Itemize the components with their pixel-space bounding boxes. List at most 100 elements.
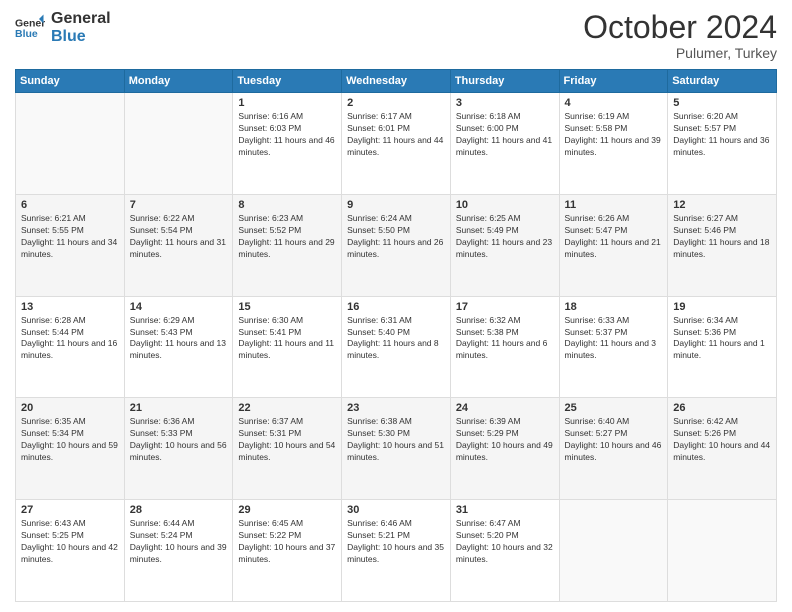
col-header-wednesday: Wednesday bbox=[342, 70, 451, 93]
day-number: 29 bbox=[238, 504, 336, 516]
day-info: Sunrise: 6:34 AMSunset: 5:36 PMDaylight:… bbox=[673, 315, 771, 363]
day-info: Sunrise: 6:21 AMSunset: 5:55 PMDaylight:… bbox=[21, 213, 119, 261]
day-cell: 31 Sunrise: 6:47 AMSunset: 5:20 PMDayligh… bbox=[450, 500, 559, 602]
day-info: Sunrise: 6:32 AMSunset: 5:38 PMDaylight:… bbox=[456, 315, 554, 363]
day-cell: 21 Sunrise: 6:36 AMSunset: 5:33 PMDayligh… bbox=[124, 398, 233, 500]
day-number: 16 bbox=[347, 301, 445, 313]
day-cell: 18Sunrise: 6:33 AMSunset: 5:37 PMDayligh… bbox=[559, 296, 668, 398]
logo-blue: Blue bbox=[51, 28, 111, 46]
day-number: 28 bbox=[130, 504, 228, 516]
day-info: Sunrise: 6:46 AMSunset: 5:21 PMDaylight:… bbox=[347, 518, 445, 566]
day-cell: 28 Sunrise: 6:44 AMSunset: 5:24 PMDayligh… bbox=[124, 500, 233, 602]
logo-icon: General Blue bbox=[15, 13, 45, 43]
day-cell: 5Sunrise: 6:20 AMSunset: 5:57 PMDaylight… bbox=[668, 93, 777, 195]
day-number: 22 bbox=[238, 402, 336, 414]
day-number: 21 bbox=[130, 402, 228, 414]
day-info: Sunrise: 6:43 AMSunset: 5:25 PMDaylight:… bbox=[21, 518, 119, 566]
day-cell: 15 Sunrise: 6:30 AMSunset: 5:41 PMDayligh… bbox=[233, 296, 342, 398]
day-cell: 13 Sunrise: 6:28 AMSunset: 5:44 PMDayligh… bbox=[16, 296, 125, 398]
day-number: 10 bbox=[456, 199, 554, 211]
day-info: Sunrise: 6:33 AMSunset: 5:37 PMDaylight:… bbox=[565, 315, 663, 363]
day-info: Sunrise: 6:37 AMSunset: 5:31 PMDaylight:… bbox=[238, 416, 336, 464]
week-row-3: 13 Sunrise: 6:28 AMSunset: 5:44 PMDayligh… bbox=[16, 296, 777, 398]
day-cell bbox=[124, 93, 233, 195]
day-info: Sunrise: 6:44 AMSunset: 5:24 PMDaylight:… bbox=[130, 518, 228, 566]
day-info: Sunrise: 6:18 AMSunset: 6:00 PMDaylight:… bbox=[456, 111, 554, 159]
day-cell: 4Sunrise: 6:19 AMSunset: 5:58 PMDaylight… bbox=[559, 93, 668, 195]
day-number: 5 bbox=[673, 97, 771, 109]
day-info: Sunrise: 6:45 AMSunset: 5:22 PMDaylight:… bbox=[238, 518, 336, 566]
day-number: 6 bbox=[21, 199, 119, 211]
day-cell: 24 Sunrise: 6:39 AMSunset: 5:29 PMDayligh… bbox=[450, 398, 559, 500]
day-cell: 3 Sunrise: 6:18 AMSunset: 6:00 PMDaylight… bbox=[450, 93, 559, 195]
day-number: 20 bbox=[21, 402, 119, 414]
day-info: Sunrise: 6:24 AMSunset: 5:50 PMDaylight:… bbox=[347, 213, 445, 261]
day-number: 27 bbox=[21, 504, 119, 516]
day-number: 2 bbox=[347, 97, 445, 109]
day-info: Sunrise: 6:35 AMSunset: 5:34 PMDaylight:… bbox=[21, 416, 119, 464]
day-number: 13 bbox=[21, 301, 119, 313]
day-cell: 25 Sunrise: 6:40 AMSunset: 5:27 PMDayligh… bbox=[559, 398, 668, 500]
logo: General Blue General Blue bbox=[15, 10, 111, 45]
day-cell: 17 Sunrise: 6:32 AMSunset: 5:38 PMDayligh… bbox=[450, 296, 559, 398]
svg-text:Blue: Blue bbox=[15, 28, 38, 40]
calendar-table: SundayMondayTuesdayWednesdayThursdayFrid… bbox=[15, 69, 777, 602]
day-cell: 27 Sunrise: 6:43 AMSunset: 5:25 PMDayligh… bbox=[16, 500, 125, 602]
week-row-5: 27 Sunrise: 6:43 AMSunset: 5:25 PMDayligh… bbox=[16, 500, 777, 602]
day-info: Sunrise: 6:28 AMSunset: 5:44 PMDaylight:… bbox=[21, 315, 119, 363]
day-cell: 10 Sunrise: 6:25 AMSunset: 5:49 PMDayligh… bbox=[450, 194, 559, 296]
day-cell: 1 Sunrise: 6:16 AMSunset: 6:03 PMDaylight… bbox=[233, 93, 342, 195]
day-number: 8 bbox=[238, 199, 336, 211]
day-cell: 11Sunrise: 6:26 AMSunset: 5:47 PMDayligh… bbox=[559, 194, 668, 296]
day-number: 17 bbox=[456, 301, 554, 313]
day-number: 24 bbox=[456, 402, 554, 414]
logo-general: General bbox=[51, 10, 111, 28]
day-cell: 23 Sunrise: 6:38 AMSunset: 5:30 PMDayligh… bbox=[342, 398, 451, 500]
col-header-tuesday: Tuesday bbox=[233, 70, 342, 93]
day-cell: 26Sunrise: 6:42 AMSunset: 5:26 PMDayligh… bbox=[668, 398, 777, 500]
day-info: Sunrise: 6:25 AMSunset: 5:49 PMDaylight:… bbox=[456, 213, 554, 261]
day-info: Sunrise: 6:40 AMSunset: 5:27 PMDaylight:… bbox=[565, 416, 663, 464]
day-number: 31 bbox=[456, 504, 554, 516]
day-info: Sunrise: 6:22 AMSunset: 5:54 PMDaylight:… bbox=[130, 213, 228, 261]
day-info: Sunrise: 6:19 AMSunset: 5:58 PMDaylight:… bbox=[565, 111, 663, 159]
day-number: 19 bbox=[673, 301, 771, 313]
day-cell: 2Sunrise: 6:17 AMSunset: 6:01 PMDaylight… bbox=[342, 93, 451, 195]
day-number: 7 bbox=[130, 199, 228, 211]
header: General Blue General Blue October 2024 P… bbox=[15, 10, 777, 61]
month-title: October 2024 bbox=[583, 10, 777, 45]
day-number: 1 bbox=[238, 97, 336, 109]
calendar-header-row: SundayMondayTuesdayWednesdayThursdayFrid… bbox=[16, 70, 777, 93]
day-info: Sunrise: 6:16 AMSunset: 6:03 PMDaylight:… bbox=[238, 111, 336, 159]
day-cell: 7 Sunrise: 6:22 AMSunset: 5:54 PMDaylight… bbox=[124, 194, 233, 296]
day-info: Sunrise: 6:42 AMSunset: 5:26 PMDaylight:… bbox=[673, 416, 771, 464]
day-number: 3 bbox=[456, 97, 554, 109]
day-info: Sunrise: 6:38 AMSunset: 5:30 PMDaylight:… bbox=[347, 416, 445, 464]
day-cell: 16Sunrise: 6:31 AMSunset: 5:40 PMDayligh… bbox=[342, 296, 451, 398]
day-cell: 19 Sunrise: 6:34 AMSunset: 5:36 PMDayligh… bbox=[668, 296, 777, 398]
day-info: Sunrise: 6:29 AMSunset: 5:43 PMDaylight:… bbox=[130, 315, 228, 363]
day-cell: 22 Sunrise: 6:37 AMSunset: 5:31 PMDayligh… bbox=[233, 398, 342, 500]
day-number: 23 bbox=[347, 402, 445, 414]
day-number: 15 bbox=[238, 301, 336, 313]
day-cell: 6 Sunrise: 6:21 AMSunset: 5:55 PMDaylight… bbox=[16, 194, 125, 296]
day-cell: 12Sunrise: 6:27 AMSunset: 5:46 PMDayligh… bbox=[668, 194, 777, 296]
col-header-thursday: Thursday bbox=[450, 70, 559, 93]
week-row-1: 1 Sunrise: 6:16 AMSunset: 6:03 PMDaylight… bbox=[16, 93, 777, 195]
day-cell: 9 Sunrise: 6:24 AMSunset: 5:50 PMDaylight… bbox=[342, 194, 451, 296]
location: Pulumer, Turkey bbox=[583, 45, 777, 61]
day-number: 25 bbox=[565, 402, 663, 414]
day-cell bbox=[16, 93, 125, 195]
week-row-4: 20 Sunrise: 6:35 AMSunset: 5:34 PMDayligh… bbox=[16, 398, 777, 500]
day-number: 12 bbox=[673, 199, 771, 211]
day-info: Sunrise: 6:30 AMSunset: 5:41 PMDaylight:… bbox=[238, 315, 336, 363]
day-info: Sunrise: 6:39 AMSunset: 5:29 PMDaylight:… bbox=[456, 416, 554, 464]
day-number: 9 bbox=[347, 199, 445, 211]
day-info: Sunrise: 6:47 AMSunset: 5:20 PMDaylight:… bbox=[456, 518, 554, 566]
day-info: Sunrise: 6:36 AMSunset: 5:33 PMDaylight:… bbox=[130, 416, 228, 464]
day-cell: 30Sunrise: 6:46 AMSunset: 5:21 PMDayligh… bbox=[342, 500, 451, 602]
col-header-saturday: Saturday bbox=[668, 70, 777, 93]
day-number: 14 bbox=[130, 301, 228, 313]
day-cell: 14 Sunrise: 6:29 AMSunset: 5:43 PMDayligh… bbox=[124, 296, 233, 398]
day-cell bbox=[559, 500, 668, 602]
